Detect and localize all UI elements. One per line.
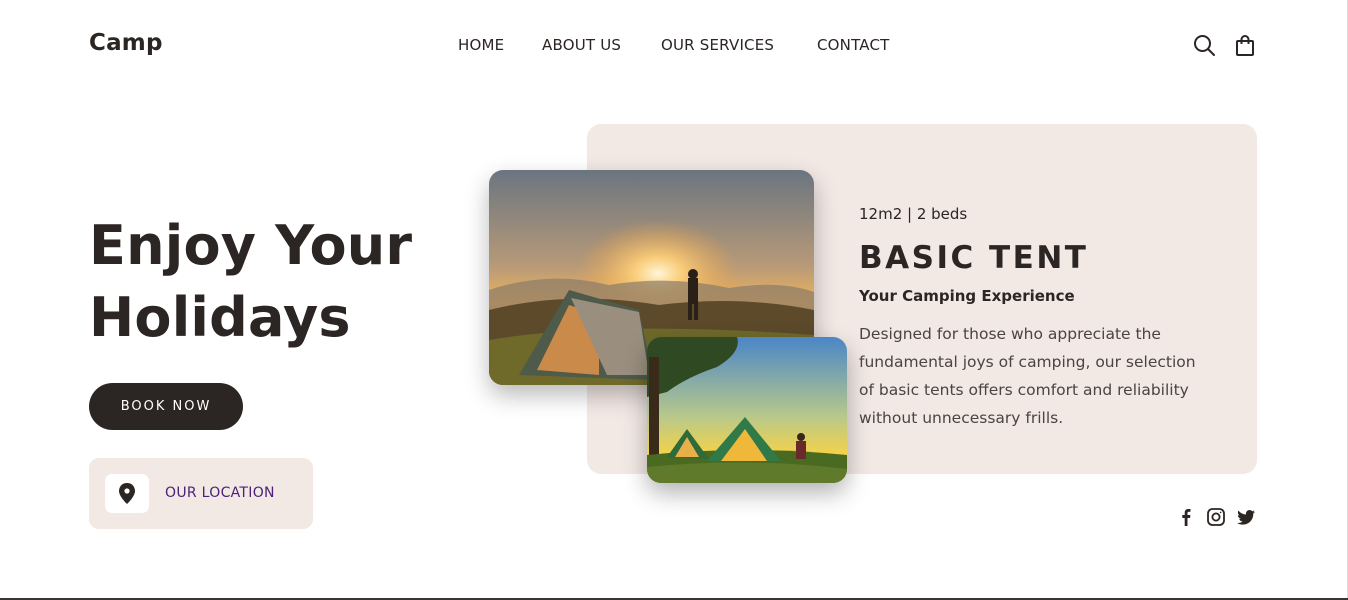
instagram-icon[interactable] [1205, 506, 1227, 528]
hero-title: Enjoy Your Holidays [89, 210, 412, 354]
site-logo[interactable]: Camp [89, 30, 163, 56]
nav-home[interactable]: HOME [458, 36, 504, 54]
shopping-bag-icon[interactable] [1233, 33, 1257, 57]
facebook-icon[interactable] [1175, 506, 1197, 528]
book-now-button[interactable]: BOOK NOW [89, 383, 243, 430]
hero-title-line2: Holidays [89, 286, 351, 349]
map-pin-icon [105, 474, 149, 513]
search-icon[interactable] [1192, 33, 1216, 57]
tents-under-tree-photo [647, 337, 847, 483]
nav-about-us[interactable]: ABOUT US [542, 36, 621, 54]
tent-meta: 12m2 | 2 beds [859, 205, 968, 223]
hero-title-line1: Enjoy Your [89, 214, 413, 277]
twitter-icon[interactable] [1235, 506, 1257, 528]
our-location-label: OUR LOCATION [165, 485, 275, 501]
our-location-card[interactable]: OUR LOCATION [89, 458, 313, 529]
tent-title: BASIC TENT [859, 240, 1089, 276]
tent-subtitle: Your Camping Experience [859, 287, 1075, 305]
nav-our-services[interactable]: OUR SERVICES [661, 36, 774, 54]
tent-description: Designed for those who appreciate the fu… [859, 325, 1196, 427]
nav-contact[interactable]: CONTACT [817, 36, 890, 54]
